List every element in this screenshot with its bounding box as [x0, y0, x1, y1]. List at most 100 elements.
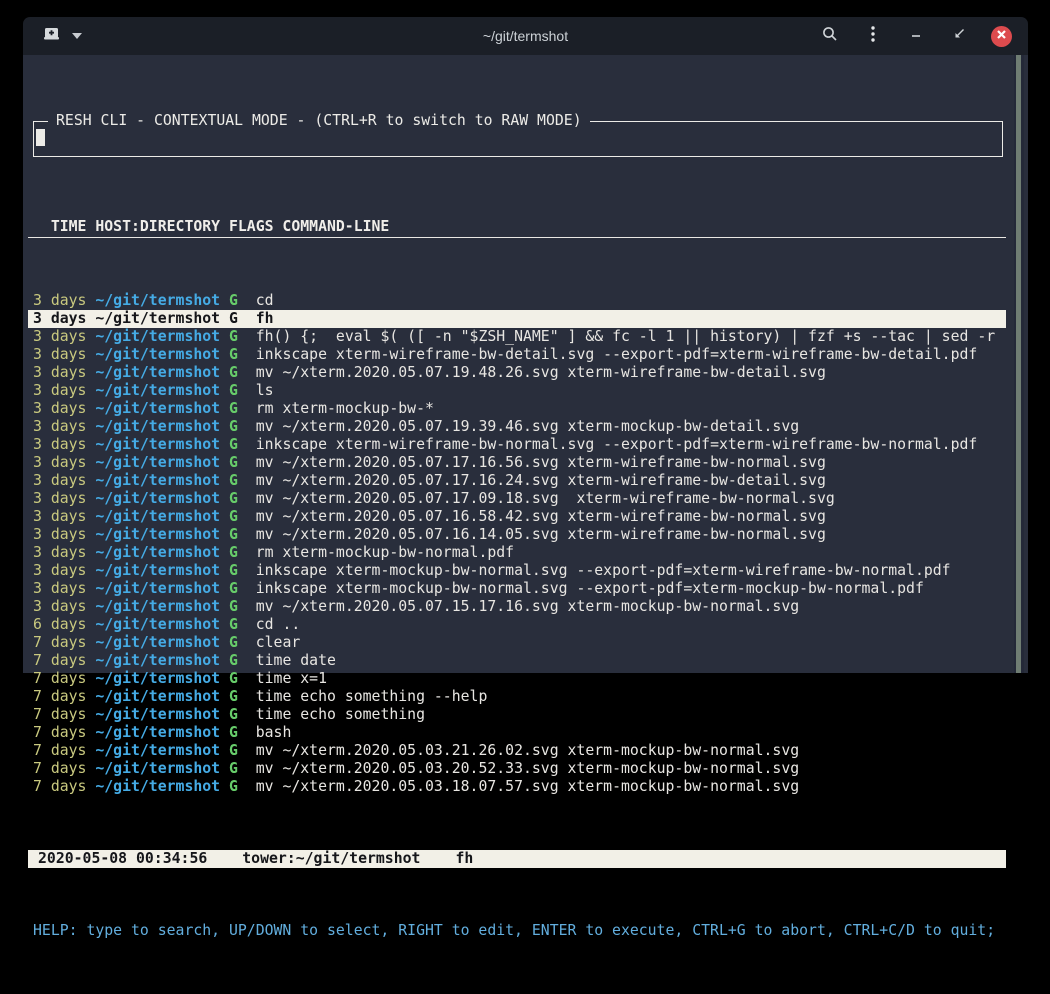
text-cursor [36, 129, 45, 146]
minimize-button[interactable] [905, 25, 927, 47]
close-button[interactable] [991, 26, 1012, 47]
history-row[interactable]: 3 days ~/git/termshot G inkscape xterm-w… [28, 346, 1006, 364]
row-directory: ~/git/termshot [95, 598, 229, 615]
row-directory: ~/git/termshot [95, 544, 229, 561]
chevron-down-icon[interactable] [72, 33, 82, 39]
row-directory: ~/git/termshot [95, 508, 229, 525]
row-time: 7 days [33, 778, 95, 795]
history-row[interactable]: 3 days ~/git/termshot G inkscape xterm-w… [28, 436, 1006, 454]
history-row[interactable]: 3 days ~/git/termshot G mv ~/xterm.2020.… [28, 526, 1006, 544]
row-command: rm xterm-mockup-bw-normal.pdf [256, 544, 514, 561]
row-time: 3 days [33, 292, 95, 309]
row-command: mv ~/xterm.2020.05.03.18.07.57.svg xterm… [256, 778, 799, 795]
row-time: 7 days [33, 652, 95, 669]
row-command: ls [256, 382, 274, 399]
history-row[interactable]: 3 days ~/git/termshot G ls [28, 382, 1006, 400]
history-row[interactable]: 7 days ~/git/termshot G mv ~/xterm.2020.… [28, 742, 1006, 760]
row-flags: G [229, 634, 256, 651]
search-button[interactable] [819, 25, 841, 47]
row-command: inkscape xterm-mockup-bw-normal.svg --ex… [256, 580, 924, 597]
history-row[interactable]: 3 days ~/git/termshot G inkscape xterm-m… [28, 580, 1006, 598]
row-directory: ~/git/termshot [95, 742, 229, 759]
row-time: 3 days [33, 310, 95, 327]
row-command: time echo something [256, 706, 425, 723]
row-time: 3 days [33, 400, 95, 417]
history-row[interactable]: 3 days ~/git/termshot G fh() {; eval $( … [28, 328, 1006, 346]
row-time: 3 days [33, 490, 95, 507]
history-row[interactable]: 3 days ~/git/termshot G cd [28, 292, 1006, 310]
row-command: cd .. [256, 616, 301, 633]
status-host-path: tower:~/git/termshot [242, 850, 420, 867]
history-row[interactable]: 7 days ~/git/termshot G time x=1 [28, 670, 1006, 688]
row-flags: G [229, 328, 256, 345]
row-flags: G [229, 652, 256, 669]
row-command: mv ~/xterm.2020.05.03.21.26.02.svg xterm… [256, 742, 799, 759]
history-list: 3 days ~/git/termshot G cd3 days ~/git/t… [28, 292, 1006, 796]
history-row[interactable]: 3 days ~/git/termshot G mv ~/xterm.2020.… [28, 508, 1006, 526]
history-row[interactable]: 3 days ~/git/termshot G rm xterm-mockup-… [28, 400, 1006, 418]
row-directory: ~/git/termshot [95, 436, 229, 453]
history-row[interactable]: 3 days ~/git/termshot G mv ~/xterm.2020.… [28, 598, 1006, 616]
history-row[interactable]: 7 days ~/git/termshot G clear [28, 634, 1006, 652]
row-directory: ~/git/termshot [95, 688, 229, 705]
menu-button[interactable] [862, 25, 884, 47]
row-time: 3 days [33, 346, 95, 363]
row-flags: G [229, 598, 256, 615]
scrollbar-thumb[interactable] [1016, 55, 1021, 673]
history-row[interactable]: 7 days ~/git/termshot G bash [28, 724, 1006, 742]
row-command: mv ~/xterm.2020.05.07.15.17.16.svg xterm… [256, 598, 799, 615]
restore-icon [953, 27, 966, 45]
row-directory: ~/git/termshot [95, 616, 229, 633]
row-flags: G [229, 742, 256, 759]
row-command: mv ~/xterm.2020.05.07.19.48.26.svg xterm… [256, 364, 826, 381]
history-row[interactable]: 3 days ~/git/termshot G mv ~/xterm.2020.… [28, 454, 1006, 472]
history-row[interactable]: 7 days ~/git/termshot G time echo someth… [28, 688, 1006, 706]
history-row[interactable]: 7 days ~/git/termshot G mv ~/xterm.2020.… [28, 778, 1006, 796]
row-directory: ~/git/termshot [95, 490, 229, 507]
history-row[interactable]: 3 days ~/git/termshot G mv ~/xterm.2020.… [28, 364, 1006, 382]
history-row[interactable]: 3 days ~/git/termshot G mv ~/xterm.2020.… [28, 472, 1006, 490]
row-command: bash [256, 724, 292, 741]
row-flags: G [229, 472, 256, 489]
row-command: mv ~/xterm.2020.05.07.17.09.18.svg xterm… [256, 490, 835, 507]
row-time: 7 days [33, 706, 95, 723]
row-directory: ~/git/termshot [95, 670, 229, 687]
search-icon [821, 25, 839, 48]
titlebar[interactable]: ~/git/termshot [23, 17, 1028, 55]
history-row[interactable]: 7 days ~/git/termshot G mv ~/xterm.2020.… [28, 760, 1006, 778]
history-row[interactable]: 3 days ~/git/termshot G inkscape xterm-m… [28, 562, 1006, 580]
row-directory: ~/git/termshot [95, 634, 229, 651]
row-flags: G [229, 490, 256, 507]
history-row[interactable]: 3 days ~/git/termshot G mv ~/xterm.2020.… [28, 490, 1006, 508]
resh-mode-header: RESH CLI - CONTEXTUAL MODE - (CTRL+R to … [48, 112, 590, 130]
history-row[interactable]: 7 days ~/git/termshot G time echo someth… [28, 706, 1006, 724]
row-time: 6 days [33, 616, 95, 633]
terminal-screen[interactable]: RESH CLI - CONTEXTUAL MODE - (CTRL+R to … [23, 55, 1028, 673]
row-flags: G [229, 580, 256, 597]
row-flags: G [229, 778, 256, 795]
row-flags: G [229, 508, 256, 525]
history-row[interactable]: 3 days ~/git/termshot G rm xterm-mockup-… [28, 544, 1006, 562]
row-flags: G [229, 562, 256, 579]
row-command: fh() {; eval $( ([ -n "$ZSH_NAME" ] && f… [256, 328, 995, 345]
row-flags: G [229, 292, 256, 309]
row-flags: G [229, 400, 256, 417]
kebab-menu-icon [870, 25, 876, 48]
row-time: 3 days [33, 364, 95, 381]
row-directory: ~/git/termshot [95, 562, 229, 579]
minimize-icon [910, 27, 922, 45]
search-input[interactable]: RESH CLI - CONTEXTUAL MODE - (CTRL+R to … [33, 121, 1003, 157]
history-row[interactable]: 3 days ~/git/termshot G fh [28, 310, 1006, 328]
history-row[interactable]: 7 days ~/git/termshot G time date [28, 652, 1006, 670]
row-directory: ~/git/termshot [95, 310, 229, 327]
row-flags: G [229, 724, 256, 741]
row-directory: ~/git/termshot [95, 364, 229, 381]
row-directory: ~/git/termshot [95, 346, 229, 363]
row-flags: G [229, 418, 256, 435]
restore-button[interactable] [948, 25, 970, 47]
history-row[interactable]: 6 days ~/git/termshot G cd .. [28, 616, 1006, 634]
row-time: 7 days [33, 634, 95, 651]
row-command: clear [256, 634, 301, 651]
new-tab-button[interactable] [43, 26, 82, 47]
history-row[interactable]: 3 days ~/git/termshot G mv ~/xterm.2020.… [28, 418, 1006, 436]
